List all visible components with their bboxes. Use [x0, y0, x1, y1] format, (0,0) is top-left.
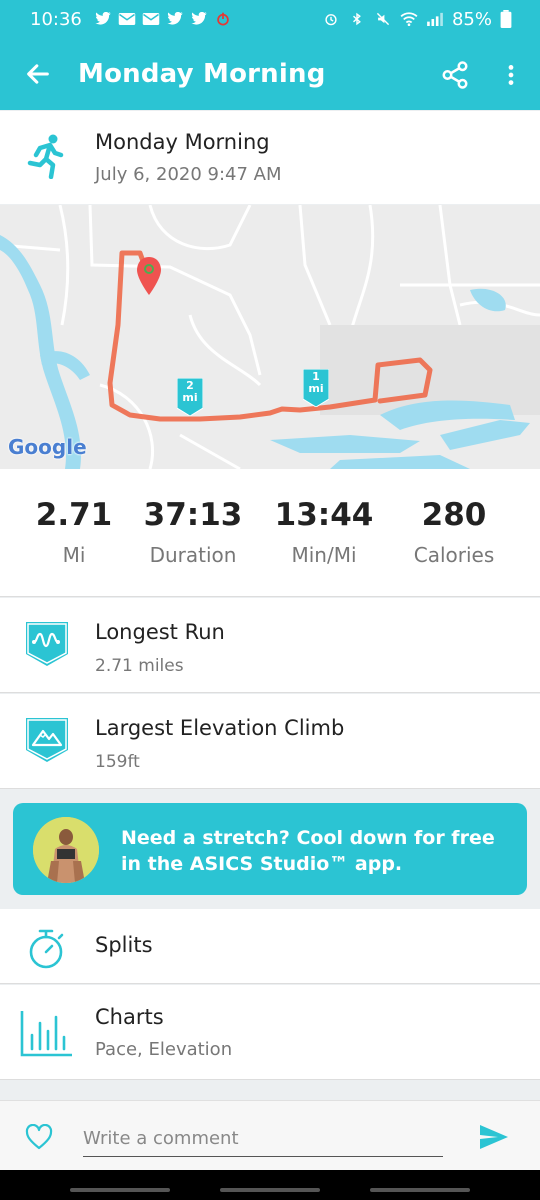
activity-name: Monday Morning	[95, 130, 270, 154]
longest-run-badge-icon	[26, 622, 68, 666]
stat-calories: 280 Calories	[389, 497, 519, 567]
alarm-icon	[325, 14, 337, 26]
elevation-badge-icon	[26, 718, 68, 762]
achievement-detail: 159ft	[95, 752, 140, 772]
splits-row[interactable]: Splits	[0, 909, 540, 984]
achievement-elevation[interactable]: Largest Elevation Climb 159ft	[0, 694, 540, 789]
app-bar: Monday Morning	[0, 38, 540, 110]
stat-label: Min/Mi	[291, 543, 357, 567]
more-vert-icon[interactable]	[498, 60, 524, 90]
battery-icon	[500, 10, 512, 28]
stats-panel: 2.71 Mi 37:13 Duration 13:44 Min/Mi 280 …	[0, 469, 540, 597]
asics-studio-promo-banner[interactable]: Need a stretch? Cool down for free in th…	[13, 803, 527, 895]
stretch-photo	[33, 817, 99, 883]
twitter-icon	[191, 12, 207, 25]
stat-value: 280	[421, 497, 487, 533]
achievement-title: Largest Elevation Climb	[95, 716, 345, 740]
bluetooth-icon	[353, 12, 361, 26]
stat-distance: 2.71 Mi	[9, 497, 139, 567]
route-map[interactable]: 2 mi 1 mi Google	[0, 205, 540, 469]
activity-header: Monday Morning July 6, 2020 9:47 AM	[0, 111, 540, 204]
comment-bar	[0, 1100, 540, 1170]
power-icon	[217, 12, 229, 26]
map-canvas	[0, 205, 540, 469]
nav-home-handle[interactable]	[220, 1188, 320, 1192]
comment-input[interactable]	[83, 1121, 443, 1157]
send-icon[interactable]	[478, 1123, 510, 1151]
mile-marker-unit: mi	[182, 391, 198, 404]
mile-marker-1: 1 mi	[303, 369, 329, 407]
stat-value: 2.71	[35, 497, 113, 533]
twitter-icon	[95, 12, 111, 25]
bar-chart-icon	[20, 1011, 72, 1057]
stat-value: 37:13	[143, 497, 243, 533]
stat-label: Mi	[62, 543, 86, 567]
charts-row[interactable]: Charts Pace, Elevation	[0, 985, 540, 1080]
activity-datetime: July 6, 2020 9:47 AM	[95, 164, 282, 185]
google-attribution: Google	[8, 435, 87, 459]
mail-icon	[118, 13, 136, 25]
charts-title: Charts	[95, 1005, 164, 1029]
back-arrow-icon[interactable]	[24, 60, 52, 88]
mile-marker-2: 2 mi	[177, 378, 203, 416]
signal-icon	[427, 12, 443, 26]
stat-duration: 37:13 Duration	[128, 497, 258, 567]
stopwatch-icon	[29, 929, 64, 969]
promo-section: Need a stretch? Cool down for free in th…	[0, 790, 540, 908]
charts-subtitle: Pace, Elevation	[95, 1039, 233, 1060]
heart-icon[interactable]	[25, 1124, 53, 1150]
page-title: Monday Morning	[78, 59, 326, 89]
mile-marker-unit: mi	[308, 382, 324, 395]
promo-text: Need a stretch? Cool down for free in th…	[121, 827, 495, 875]
runner-icon	[27, 134, 64, 179]
splits-title: Splits	[95, 933, 153, 957]
share-icon[interactable]	[440, 60, 470, 90]
status-bar: 10:36 85%	[0, 0, 540, 38]
wifi-icon	[400, 12, 418, 26]
system-nav-bar	[0, 1170, 540, 1200]
nav-back-handle[interactable]	[370, 1188, 470, 1192]
mute-icon	[376, 12, 390, 26]
stat-label: Calories	[413, 543, 495, 567]
stat-label: Duration	[149, 543, 237, 567]
status-time: 10:36	[30, 8, 82, 30]
mail-icon	[142, 13, 160, 25]
achievement-detail: 2.71 miles	[95, 656, 184, 676]
stat-value: 13:44	[274, 497, 374, 533]
stat-pace: 13:44 Min/Mi	[259, 497, 389, 567]
twitter-icon	[167, 12, 183, 25]
achievement-title: Longest Run	[95, 620, 225, 644]
nav-recent-handle[interactable]	[70, 1188, 170, 1192]
battery-percent: 85%	[451, 8, 492, 30]
achievement-longest-run[interactable]: Longest Run 2.71 miles	[0, 598, 540, 693]
